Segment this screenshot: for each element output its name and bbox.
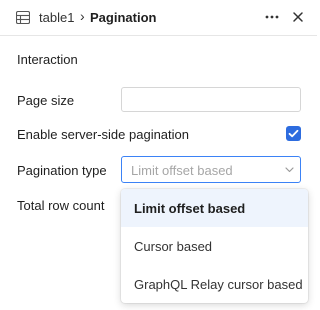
breadcrumb-separator: › <box>80 8 85 24</box>
close-icon[interactable] <box>292 11 304 23</box>
more-horizontal-icon[interactable] <box>264 9 280 25</box>
page-size-input[interactable] <box>121 87 301 112</box>
total-row-count-label: Total row count <box>17 198 105 213</box>
pagination-type-select[interactable]: Limit offset based <box>121 156 301 183</box>
server-side-pagination-label: Enable server-side pagination <box>17 127 189 142</box>
server-side-pagination-checkbox[interactable] <box>286 126 301 141</box>
inspector-panel: table1 › Pagination Interaction Page siz… <box>0 0 317 310</box>
panel-header: table1 › Pagination <box>0 0 317 36</box>
page-title: Pagination <box>90 10 157 25</box>
pagination-type-value: Limit offset based <box>131 163 233 178</box>
section-title: Interaction <box>17 52 78 67</box>
pagination-type-label: Pagination type <box>17 163 107 178</box>
table-icon <box>16 11 30 24</box>
chevron-down-icon <box>285 167 294 173</box>
breadcrumb-parent[interactable]: table1 <box>39 10 74 25</box>
page-size-label: Page size <box>17 93 75 108</box>
dropdown-option-limit-offset[interactable]: Limit offset based <box>121 189 308 227</box>
checkmark-icon <box>288 129 299 138</box>
dropdown-option-graphql-relay[interactable]: GraphQL Relay cursor based <box>121 265 308 303</box>
pagination-type-dropdown: Limit offset based Cursor based GraphQL … <box>121 189 308 303</box>
dropdown-option-cursor[interactable]: Cursor based <box>121 227 308 265</box>
